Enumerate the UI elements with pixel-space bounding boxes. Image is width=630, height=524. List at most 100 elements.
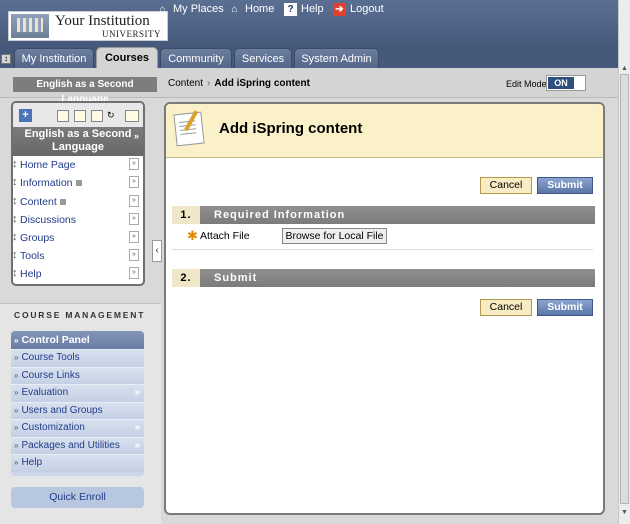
chevron-right-icon: »: [14, 440, 19, 450]
section-submit: 2. Submit: [172, 269, 595, 287]
drag-handle-icon[interactable]: ↕: [13, 176, 18, 188]
flyout-arrow-icon[interactable]: »: [134, 385, 140, 401]
drag-handle-icon[interactable]: ↕: [13, 195, 18, 207]
cp-item-course-links[interactable]: » Course Links: [11, 366, 144, 384]
edit-mode-label: Edit Mode:: [506, 79, 550, 89]
institution-logo[interactable]: Your Institution UNIVERSITY: [8, 11, 168, 41]
submit-button-bottom[interactable]: Submit: [537, 299, 593, 316]
breadcrumb-content[interactable]: Content: [168, 78, 203, 89]
help-link[interactable]: ? Help: [284, 2, 324, 16]
logout-link[interactable]: ➔ Logout: [333, 2, 384, 16]
menu-item-label: Information: [20, 177, 73, 189]
cp-item-evaluation[interactable]: » Evaluation»: [11, 384, 144, 402]
chevron-down-icon[interactable]: »: [129, 249, 139, 261]
drag-handle-icon[interactable]: ↕: [13, 249, 18, 261]
menu-item-help[interactable]: ↕ Help »: [13, 265, 143, 283]
my-places-link[interactable]: ⌂ My Places: [156, 2, 224, 16]
tab-services[interactable]: Services: [234, 48, 292, 68]
drag-handle-icon[interactable]: ↕: [13, 231, 18, 243]
cp-item-label: Course Links: [21, 369, 80, 381]
drag-handle-icon[interactable]: ↕: [13, 213, 18, 225]
cp-item-course-tools[interactable]: » Course Tools: [11, 349, 144, 367]
drag-handle-icon[interactable]: ↕: [13, 267, 18, 279]
new-window-icon[interactable]: [91, 110, 103, 122]
section-title: Required Information: [214, 209, 346, 221]
menu-item-label: Discussions: [20, 214, 77, 226]
home-icon: ⌂: [231, 3, 238, 15]
cancel-button-bottom[interactable]: Cancel: [480, 299, 532, 316]
chevron-down-icon[interactable]: »: [129, 213, 139, 225]
chevron-down-icon[interactable]: »: [129, 158, 139, 170]
submit-button-top[interactable]: Submit: [537, 177, 593, 194]
menu-item-discussions[interactable]: ↕ Discussions »: [13, 211, 143, 229]
flyout-arrow-icon[interactable]: »: [134, 420, 140, 436]
page-header: Add iSpring content: [166, 104, 603, 158]
breadcrumb-current: Add iSpring content: [214, 78, 310, 89]
notepad-pencil-icon: [173, 111, 205, 147]
cp-item-label: Evaluation: [21, 387, 69, 398]
quick-enroll-button[interactable]: Quick Enroll: [11, 487, 144, 508]
browse-local-file-button[interactable]: Browse for Local File: [282, 228, 387, 244]
section-required-information: 1. Required Information: [172, 206, 595, 224]
attach-file-label: Attach File: [200, 230, 250, 242]
menu-item-label: Help: [20, 268, 42, 280]
cancel-button-top[interactable]: Cancel: [480, 177, 532, 194]
chevron-right-icon: »: [14, 388, 19, 397]
cp-item-label: Course Tools: [21, 352, 80, 363]
edit-mode-toggle[interactable]: ON: [546, 75, 586, 91]
collapse-menu-button[interactable]: ‹: [152, 240, 162, 262]
menu-item-label: Tools: [20, 250, 45, 262]
menu-item-tools[interactable]: ↕ Tools »: [13, 247, 143, 265]
scroll-up-icon[interactable]: ▲: [620, 64, 629, 74]
page-title: Add iSpring content: [219, 120, 363, 137]
breadcrumb: Content › Add iSpring content: [168, 78, 310, 89]
cp-item-help[interactable]: » Help: [11, 454, 144, 472]
home-link[interactable]: ⌂ Home: [228, 2, 274, 16]
section-number: 1.: [172, 206, 200, 224]
my-places-label: My Places: [173, 3, 224, 15]
tab-courses[interactable]: Courses: [96, 47, 158, 68]
folder-view-icon[interactable]: [74, 110, 86, 122]
refresh-icon[interactable]: ↻: [107, 110, 117, 120]
cp-item-label: Customization: [21, 422, 85, 433]
drag-handle-icon[interactable]: ↕: [13, 158, 18, 170]
menu-item-information[interactable]: ↕ Information »: [13, 174, 143, 192]
control-panel-header[interactable]: » Control Panel: [11, 331, 144, 349]
menu-item-groups[interactable]: ↕ Groups »: [13, 229, 143, 247]
cp-item-label: Packages and Utilities: [21, 439, 120, 451]
chevron-down-icon[interactable]: »: [129, 176, 139, 188]
scroll-down-icon[interactable]: ▼: [620, 508, 629, 518]
chevron-right-icon: »: [14, 423, 19, 432]
course-menu-title[interactable]: English as a Second Language »: [13, 127, 143, 156]
scrollbar-thumb[interactable]: [620, 74, 629, 504]
course-menu-toolbar: + ↻: [13, 103, 143, 127]
chevron-right-icon[interactable]: »: [134, 130, 139, 143]
cp-item-packages-and-utilities[interactable]: » Packages and Utilities»: [11, 436, 144, 454]
tab-community[interactable]: Community: [160, 48, 232, 68]
flyout-arrow-icon[interactable]: »: [134, 438, 140, 454]
course-breadcrumb[interactable]: English as a Second Language: [13, 77, 157, 105]
control-panel-label: Control Panel: [21, 334, 90, 346]
menu-item-label: Groups: [20, 232, 55, 244]
help-icon: ?: [284, 2, 297, 16]
menu-item-home-page[interactable]: ↕ Home Page »: [13, 156, 143, 174]
institution-name: Your Institution: [55, 13, 150, 29]
tab-my-institution[interactable]: My Institution: [14, 48, 94, 68]
page-scrollbar[interactable]: ▲ ▼: [618, 0, 630, 524]
content-area-icon: [59, 199, 66, 206]
chevron-down-icon[interactable]: »: [129, 231, 139, 243]
breadcrumb-separator-icon: ›: [207, 78, 211, 89]
add-menu-item-icon[interactable]: +: [19, 109, 32, 122]
menu-item-content[interactable]: ↕ Content »: [13, 193, 143, 211]
edit-mode-value: ON: [548, 77, 574, 89]
tab-system-admin[interactable]: System Admin: [294, 48, 379, 68]
tab-collapse-toggle[interactable]: ↕: [1, 54, 11, 64]
cp-item-customization[interactable]: » Customization»: [11, 419, 144, 437]
chevron-down-icon[interactable]: »: [129, 267, 139, 279]
list-view-icon[interactable]: [57, 110, 69, 122]
menu-item-label: Home Page: [20, 159, 76, 171]
keyboard-icon[interactable]: [125, 110, 139, 122]
chevron-down-icon[interactable]: »: [129, 195, 139, 207]
cp-item-users-and-groups[interactable]: » Users and Groups: [11, 401, 144, 419]
institution-sub: UNIVERSITY: [102, 29, 161, 39]
